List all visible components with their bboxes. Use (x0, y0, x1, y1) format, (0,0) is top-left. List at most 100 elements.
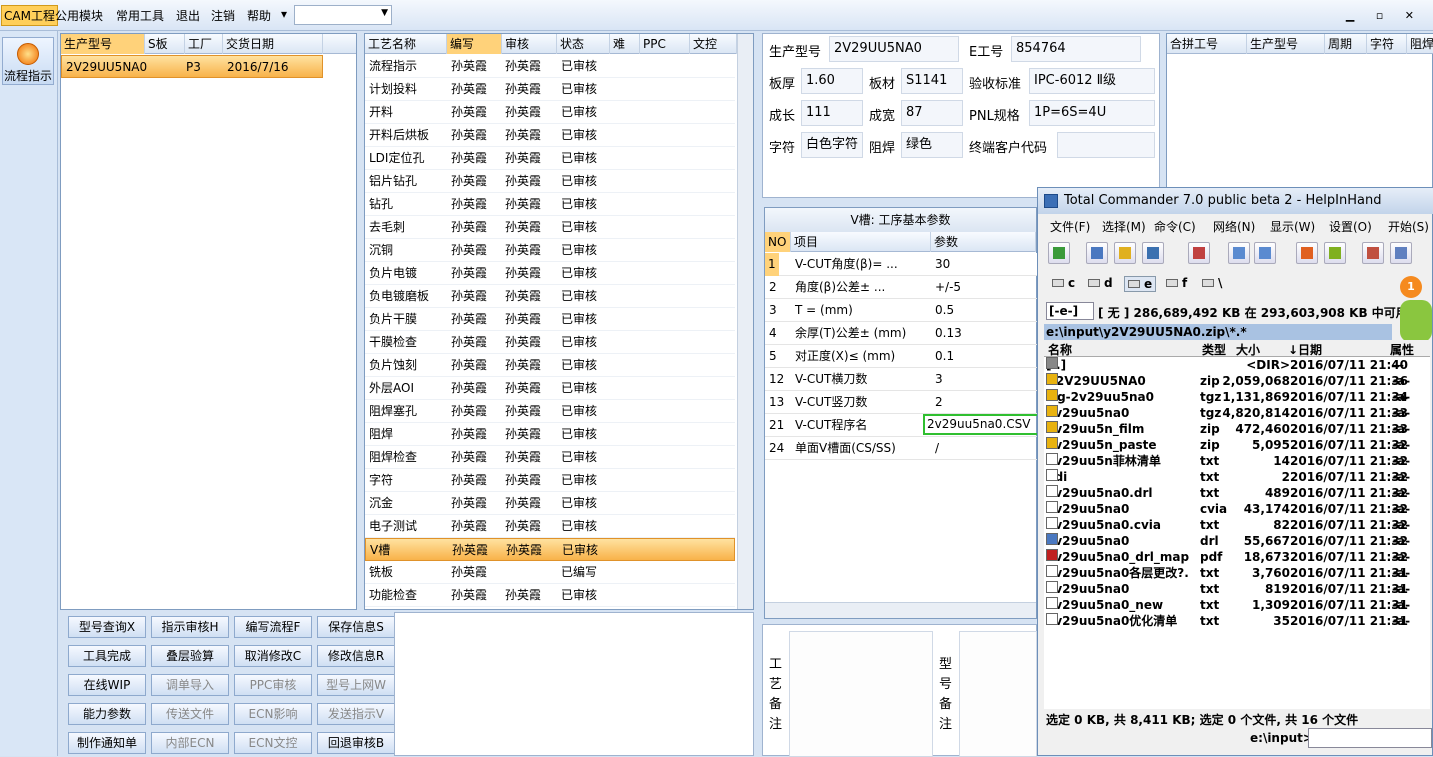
menu-logout[interactable]: 注销 (211, 7, 235, 24)
drive-button-3[interactable]: f (1166, 276, 1187, 290)
col-doc-control[interactable]: 文控 (690, 34, 737, 54)
col-delivery-date[interactable]: 交货日期 (223, 34, 323, 54)
col-factory[interactable]: 工厂 (185, 34, 223, 54)
tc-menu-item[interactable]: 网络(N) (1213, 218, 1255, 235)
table-row[interactable]: 开料 孙英霞 孙英霞 已审核 (365, 101, 735, 124)
flow-instruction-button[interactable]: 流程指示 (2, 37, 54, 85)
table-row[interactable]: 24 单面V槽面(CS/SS) / (765, 437, 1045, 460)
tc-menu-item[interactable]: 命令(C) (1154, 218, 1196, 235)
table-row[interactable]: 干膜检查 孙英霞 孙英霞 已审核 (365, 331, 735, 354)
list-item[interactable]: 2v29uu5na0 cvia 43,174 2016/07/11 21:32 -a- (1046, 501, 1426, 517)
table-row[interactable]: 外层AOI 孙英霞 孙英霞 已审核 (365, 377, 735, 400)
col-no[interactable]: NO (765, 232, 791, 252)
action-button[interactable]: 制作通知单 (68, 732, 146, 754)
list-item[interactable]: 2v29uu5na0优化清单 txt 35 2016/07/11 21:31 -a- (1046, 613, 1426, 629)
toolbar-icon[interactable] (1114, 242, 1136, 264)
col-file-name[interactable]: 名称 (1048, 341, 1072, 358)
acceptance-field[interactable]: IPC-6012 Ⅱ级 (1029, 68, 1155, 94)
action-button[interactable]: 回退审核B (317, 732, 395, 754)
soldermask-field[interactable]: 绿色 (901, 132, 963, 158)
tc-menu-item[interactable]: 显示(W) (1270, 218, 1315, 235)
col-ppc[interactable]: PPC (640, 34, 690, 54)
col-param[interactable]: 参数 (931, 232, 1036, 252)
current-path[interactable]: e:\input\y2V29UU5NA0.zip\*.* (1044, 324, 1392, 340)
col-merge-cycle[interactable]: 周期 (1325, 34, 1367, 54)
table-row[interactable]: 负片电镀 孙英霞 孙英霞 已审核 (365, 262, 735, 285)
table-row[interactable]: 5 对正度(X)≤ (mm) 0.1 (765, 345, 1045, 368)
action-button[interactable]: 能力参数 (68, 703, 146, 725)
pnl-field[interactable]: 1P=6S=4U (1029, 100, 1155, 126)
drive-button-4[interactable]: \ (1202, 276, 1222, 290)
list-item[interactable]: 2v29uu5na0 drl 55,667 2016/07/11 21:32 -a- (1046, 533, 1426, 549)
table-row[interactable]: 21 V-CUT程序名 2v29uu5na0.CSV (765, 414, 1045, 437)
tc-menu-item[interactable]: 设置(O) (1329, 218, 1372, 235)
list-item[interactable]: 2v29uu5na0_drl_map pdf 18,673 2016/07/11 21… (1046, 549, 1426, 565)
customer-code-field[interactable] (1057, 132, 1155, 158)
vgroove-hscroll[interactable] (765, 602, 1036, 618)
table-row[interactable]: 负电镀磨板 孙英霞 孙英霞 已审核 (365, 285, 735, 308)
list-item[interactable]: G2V29UU5NA0 zip 2,059,068 2016/07/11 21:36-… (1046, 373, 1426, 389)
col-merge-model[interactable]: 生产型号 (1247, 34, 1325, 54)
list-item[interactable]: 2v29uu5na0 tgz 4,820,814 2016/07/11 21:33 -a… (1046, 405, 1426, 421)
table-row[interactable]: LDI定位孔 孙英霞 孙英霞 已审核 (365, 147, 735, 170)
menu-common-tools[interactable]: 常用工具 (116, 7, 164, 24)
toolbar-icon[interactable] (1390, 242, 1412, 264)
model-field[interactable]: 2V29UU5NA0 (829, 36, 959, 62)
tc-menu-item[interactable]: 选择(M) (1102, 218, 1146, 235)
toolbar-icon[interactable] (1362, 242, 1384, 264)
thickness-field[interactable]: 1.60 (801, 68, 863, 94)
tc-menu-item[interactable]: 开始(S) (1388, 218, 1429, 235)
list-item[interactable]: ddi txt 22016/07/11 21:32-a- (1046, 469, 1426, 485)
toolbar-icon[interactable] (1296, 242, 1318, 264)
table-row[interactable]: 阻焊 孙英霞 孙英霞 已审核 (365, 423, 735, 446)
action-button[interactable]: 编写流程F (234, 616, 312, 638)
col-merge-no[interactable]: 合拼工号 (1167, 34, 1247, 54)
table-row[interactable]: 铝片钻孔 孙英霞 孙英霞 已审核 (365, 170, 735, 193)
table-row[interactable]: 12 V-CUT横刀数 3 (765, 368, 1045, 391)
action-button[interactable]: 叠层验算 (151, 645, 229, 667)
process-scrollbar[interactable] (737, 34, 753, 609)
col-reviewer[interactable]: 审核 (502, 34, 557, 54)
col-process-name[interactable]: 工艺名称 (365, 34, 447, 54)
vgroove-param[interactable]: 2v29uu5na0.CSV (923, 414, 1043, 435)
list-item[interactable]: 2v29uu5n_film zip 472,460 2016/07/11 21:33-… (1046, 421, 1426, 437)
table-row[interactable]: 功能检查 孙英霞 孙英霞 已审核 (365, 584, 735, 607)
col-model[interactable]: 生产型号 (61, 34, 145, 54)
table-row[interactable]: 开料后烘板 孙英霞 孙英霞 已审核 (365, 124, 735, 147)
window-controls[interactable]: ▁ ▫ ✕ (1346, 9, 1423, 22)
table-row[interactable]: 4 余厚(T)公差± (mm) 0.13 (765, 322, 1045, 345)
toolbar-combo[interactable]: ▼ (294, 5, 392, 25)
list-item[interactable]: 2v29uu5na0_new txt 1,309 2016/07/11 21:31 -a… (1046, 597, 1426, 613)
action-button[interactable]: 型号查询X (68, 616, 146, 638)
table-row[interactable]: 2V29UU5NA0 P3 2016/7/16 (61, 55, 323, 78)
table-row[interactable]: 3 T = (mm) 0.5 (765, 299, 1045, 322)
table-row[interactable]: 13 V-CUT竖刀数 2 (765, 391, 1045, 414)
col-status[interactable]: 状态 (557, 34, 610, 54)
toolbar-icon[interactable] (1086, 242, 1108, 264)
list-item[interactable]: 2v29uu5na0各层更改?. txt 3,760 2016/07/11 21:31… (1046, 565, 1426, 581)
toolbar-icon[interactable] (1188, 242, 1210, 264)
toolbar-icon[interactable] (1254, 242, 1276, 264)
tc-menu-item[interactable]: 文件(F) (1050, 218, 1090, 235)
action-button[interactable]: 修改信息R (317, 645, 395, 667)
material-field[interactable]: S1141 (901, 68, 963, 94)
list-item[interactable]: 2v29uu5na0.cvia txt 82 2016/07/11 21:32 -a- (1046, 517, 1426, 533)
table-row[interactable]: 电子测试 孙英霞 孙英霞 已审核 (365, 515, 735, 538)
col-s-board[interactable]: S板 (145, 34, 185, 54)
action-button[interactable]: 指示审核H (151, 616, 229, 638)
drive-button-2[interactable]: e (1124, 276, 1157, 292)
menu-exit[interactable]: 退出 (176, 7, 200, 24)
table-row[interactable]: 字符 孙英霞 孙英霞 已审核 (365, 469, 735, 492)
table-row[interactable]: 沉金 孙英霞 孙英霞 已审核 (365, 492, 735, 515)
list-item[interactable]: 2v29uu5na0.drl txt 489 2016/07/11 21:32 -a- (1046, 485, 1426, 501)
drive-select[interactable]: [-e-] (1046, 302, 1094, 320)
list-item[interactable]: 2v29uu5n_paste zip 5,095 2016/07/11 21:32 -a… (1046, 437, 1426, 453)
drive-button-1[interactable]: d (1088, 276, 1113, 290)
model-notes-field[interactable] (959, 631, 1037, 757)
list-item[interactable]: [..] <DIR>2016/07/11 21:40— (1046, 357, 1426, 373)
col-merge-mask[interactable]: 阻焊 (1407, 34, 1433, 54)
list-item[interactable]: wg-2v29uu5na0 tgz 1,131,869 2016/07/11 21:3… (1046, 389, 1426, 405)
table-row[interactable]: 2 角度(β)公差± ... +/-5 (765, 276, 1045, 299)
list-item[interactable]: 2v29uu5na0 txt 819 2016/07/11 21:31 -a- (1046, 581, 1426, 597)
col-difficulty[interactable]: 难 (610, 34, 640, 54)
